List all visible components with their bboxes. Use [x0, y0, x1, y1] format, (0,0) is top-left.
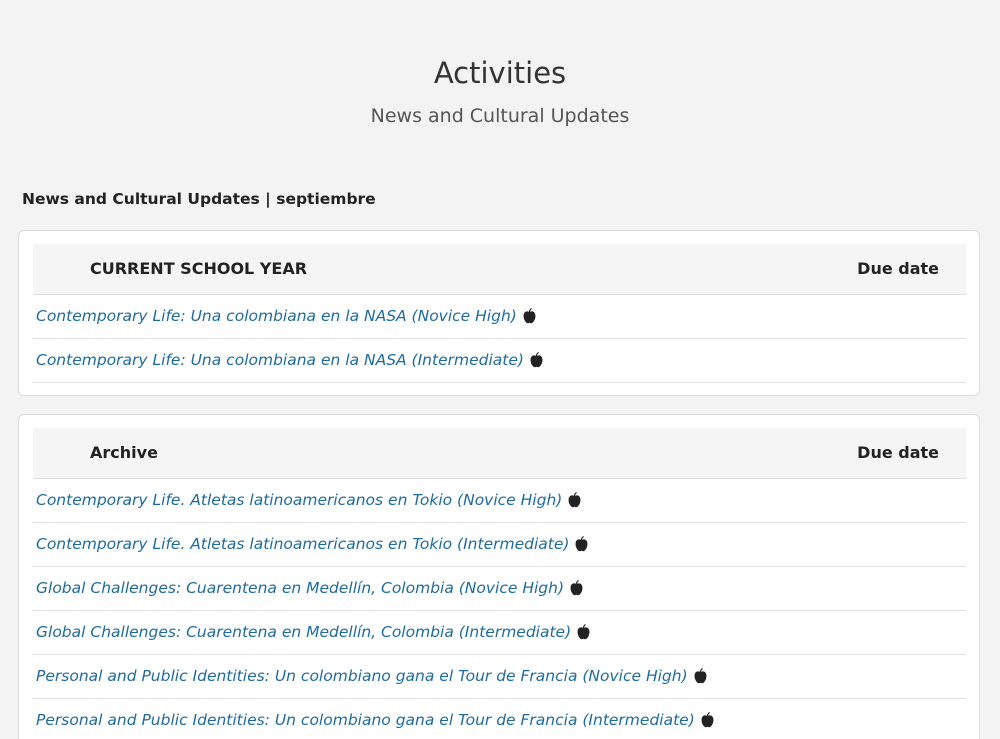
- apple-icon: [575, 535, 588, 552]
- table-row: Global Challenges: Cuarentena en Medellí…: [33, 611, 966, 655]
- activity-list: Contemporary Life. Atletas latinoamerica…: [33, 479, 966, 739]
- activity-title: Contemporary Life. Atletas latinoamerica…: [36, 535, 570, 553]
- archive-card: Archive Due date Contemporary Life. Atle…: [18, 414, 980, 739]
- apple-icon: [577, 623, 590, 640]
- apple-icon: [568, 491, 581, 508]
- page-title: Activities: [433, 56, 567, 90]
- table-header: CURRENT SCHOOL YEAR Due date: [33, 244, 966, 295]
- current-school-year-card: CURRENT SCHOOL YEAR Due date Contemporar…: [18, 230, 980, 396]
- activity-link[interactable]: Contemporary Life: Una colombiana en la …: [36, 295, 538, 338]
- activity-title: Contemporary Life. Atletas latinoamerica…: [36, 491, 563, 509]
- table-header: Archive Due date: [33, 428, 966, 479]
- apple-icon: [701, 711, 714, 728]
- activities-page: Activities News and Cultural Updates New…: [0, 0, 1000, 739]
- activity-title: Contemporary Life: Una colombiana en la …: [36, 307, 517, 325]
- column-header-due-date: Due date: [857, 259, 939, 278]
- apple-icon: [570, 579, 583, 596]
- table-row: Contemporary Life: Una colombiana en la …: [33, 339, 966, 383]
- column-header-due-date: Due date: [857, 443, 939, 462]
- activity-title: Global Challenges: Cuarentena en Medellí…: [36, 579, 565, 597]
- activity-title: Global Challenges: Cuarentena en Medellí…: [36, 623, 572, 641]
- table-row: Personal and Public Identities: Un colom…: [33, 699, 966, 739]
- page-subtitle: News and Cultural Updates: [370, 105, 630, 127]
- table-row: Contemporary Life. Atletas latinoamerica…: [33, 479, 966, 523]
- activity-list: Contemporary Life: Una colombiana en la …: [33, 295, 966, 383]
- activity-link[interactable]: Contemporary Life. Atletas latinoamerica…: [36, 479, 583, 522]
- column-header-title: CURRENT SCHOOL YEAR: [90, 259, 308, 278]
- table-row: Contemporary Life: Una colombiana en la …: [33, 295, 966, 339]
- apple-icon: [694, 667, 707, 684]
- activity-title: Personal and Public Identities: Un colom…: [36, 711, 695, 729]
- activity-title: Personal and Public Identities: Un colom…: [36, 667, 688, 685]
- table-row: Contemporary Life. Atletas latinoamerica…: [33, 523, 966, 567]
- apple-icon: [523, 307, 536, 324]
- table-row: Personal and Public Identities: Un colom…: [33, 655, 966, 699]
- table-row: Global Challenges: Cuarentena en Medellí…: [33, 567, 966, 611]
- activity-link[interactable]: Global Challenges: Cuarentena en Medellí…: [36, 611, 592, 654]
- activity-link[interactable]: Contemporary Life: Una colombiana en la …: [36, 339, 545, 382]
- activity-link[interactable]: Personal and Public Identities: Un colom…: [36, 699, 716, 739]
- activity-link[interactable]: Global Challenges: Cuarentena en Medellí…: [36, 567, 585, 610]
- apple-icon: [530, 351, 543, 368]
- activity-link[interactable]: Contemporary Life. Atletas latinoamerica…: [36, 523, 590, 566]
- activity-title: Contemporary Life: Una colombiana en la …: [36, 351, 524, 369]
- column-header-title: Archive: [90, 443, 158, 462]
- activity-link[interactable]: Personal and Public Identities: Un colom…: [36, 655, 709, 698]
- section-heading: News and Cultural Updates | septiembre: [22, 190, 376, 208]
